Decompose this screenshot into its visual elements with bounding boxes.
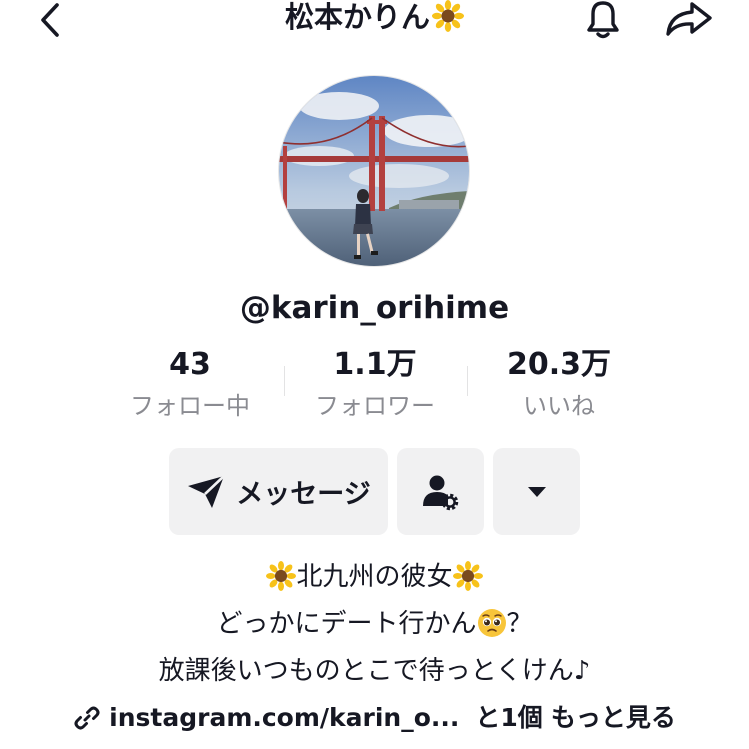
share-arrow-icon bbox=[666, 2, 712, 36]
likes-count: 20.3万 bbox=[506, 347, 612, 382]
stat-divider bbox=[284, 366, 285, 396]
see-more-link[interactable]: もっと見る bbox=[551, 700, 676, 736]
more-options-button[interactable] bbox=[493, 448, 580, 535]
likes-label: いいね bbox=[523, 392, 595, 420]
link-more-count: と1個 bbox=[475, 703, 543, 732]
send-icon bbox=[188, 474, 226, 508]
bio-line-2: どっかにデート行かん ？ bbox=[0, 605, 749, 643]
bio-question: ？ bbox=[506, 609, 533, 639]
pleading-face-icon bbox=[477, 608, 506, 637]
bell-icon bbox=[587, 1, 619, 39]
followers-label: フォロワー bbox=[315, 392, 435, 420]
username: @karin_orihime bbox=[239, 290, 510, 326]
profile-link-row: instagram.com/karin_o... と1個 もっと見る bbox=[0, 700, 749, 736]
bio-line-2-text: どっかにデート行かん bbox=[216, 609, 477, 639]
profile-link[interactable]: instagram.com/karin_o... bbox=[109, 700, 459, 736]
stat-likes[interactable]: 20.3万 いいね bbox=[474, 345, 644, 423]
message-button[interactable]: メッセージ bbox=[169, 448, 388, 535]
avatar[interactable] bbox=[279, 76, 469, 266]
stat-following[interactable]: 43 フォロー中 bbox=[105, 345, 275, 423]
title-text: 松本かりん bbox=[284, 0, 430, 34]
sunflower-icon bbox=[266, 560, 297, 591]
following-label: フォロー中 bbox=[130, 392, 250, 420]
bio-line-1-text: 北九州の彼女 bbox=[296, 562, 453, 592]
sunflower-icon bbox=[452, 560, 483, 591]
bio-line-1: 北九州の彼女 bbox=[0, 558, 749, 596]
link-icon bbox=[74, 706, 100, 730]
stat-divider bbox=[467, 366, 468, 396]
page-title: 松本かりん bbox=[0, 0, 749, 34]
caret-down-icon bbox=[527, 486, 546, 497]
bio-line-3: 放課後いつものとこで待っとくけん♪ bbox=[158, 656, 591, 686]
stat-followers[interactable]: 1.1万 フォロワー bbox=[290, 345, 460, 423]
following-count: 43 bbox=[169, 347, 211, 382]
share-button[interactable] bbox=[662, 0, 716, 40]
notification-bell-button[interactable] bbox=[580, 0, 626, 40]
friend-settings-button[interactable] bbox=[397, 448, 484, 535]
message-label: メッセージ bbox=[236, 479, 371, 510]
followers-count: 1.1万 bbox=[333, 347, 417, 382]
avatar-photo bbox=[279, 76, 469, 266]
sunflower-icon bbox=[432, 0, 464, 32]
user-settings-icon bbox=[422, 475, 458, 510]
